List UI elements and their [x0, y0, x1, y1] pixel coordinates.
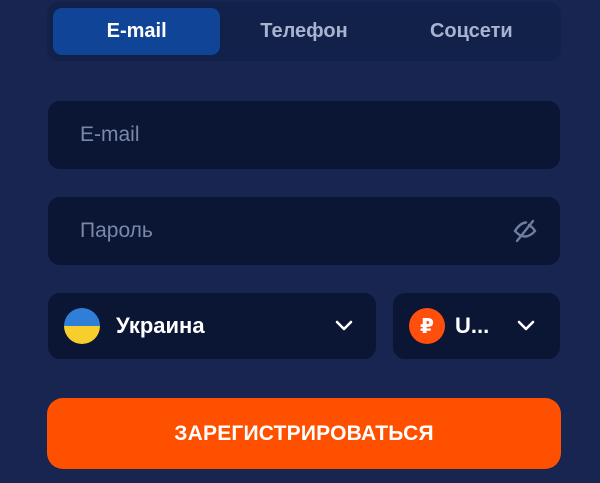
- ukraine-flag-icon: [64, 308, 100, 344]
- email-input[interactable]: [80, 123, 540, 147]
- email-field: [48, 101, 560, 169]
- registration-method-tabs: E-mail Телефон Соцсети: [47, 2, 561, 61]
- chevron-down-icon: [334, 316, 354, 336]
- password-field: [48, 197, 560, 265]
- password-input[interactable]: [80, 219, 510, 243]
- register-button[interactable]: ЗАРЕГИСТРИРОВАТЬСЯ: [47, 398, 561, 469]
- tab-social[interactable]: Соцсети: [388, 8, 555, 55]
- tab-phone[interactable]: Телефон: [220, 8, 387, 55]
- country-select[interactable]: Украина: [48, 293, 376, 359]
- ruble-icon: ₽: [409, 308, 445, 344]
- tab-email[interactable]: E-mail: [53, 8, 221, 55]
- chevron-down-icon: [516, 316, 536, 336]
- eye-off-icon[interactable]: [510, 216, 540, 246]
- country-label: Украина: [116, 313, 205, 338]
- currency-label: U...: [455, 313, 490, 338]
- currency-select[interactable]: ₽ U...: [393, 293, 560, 359]
